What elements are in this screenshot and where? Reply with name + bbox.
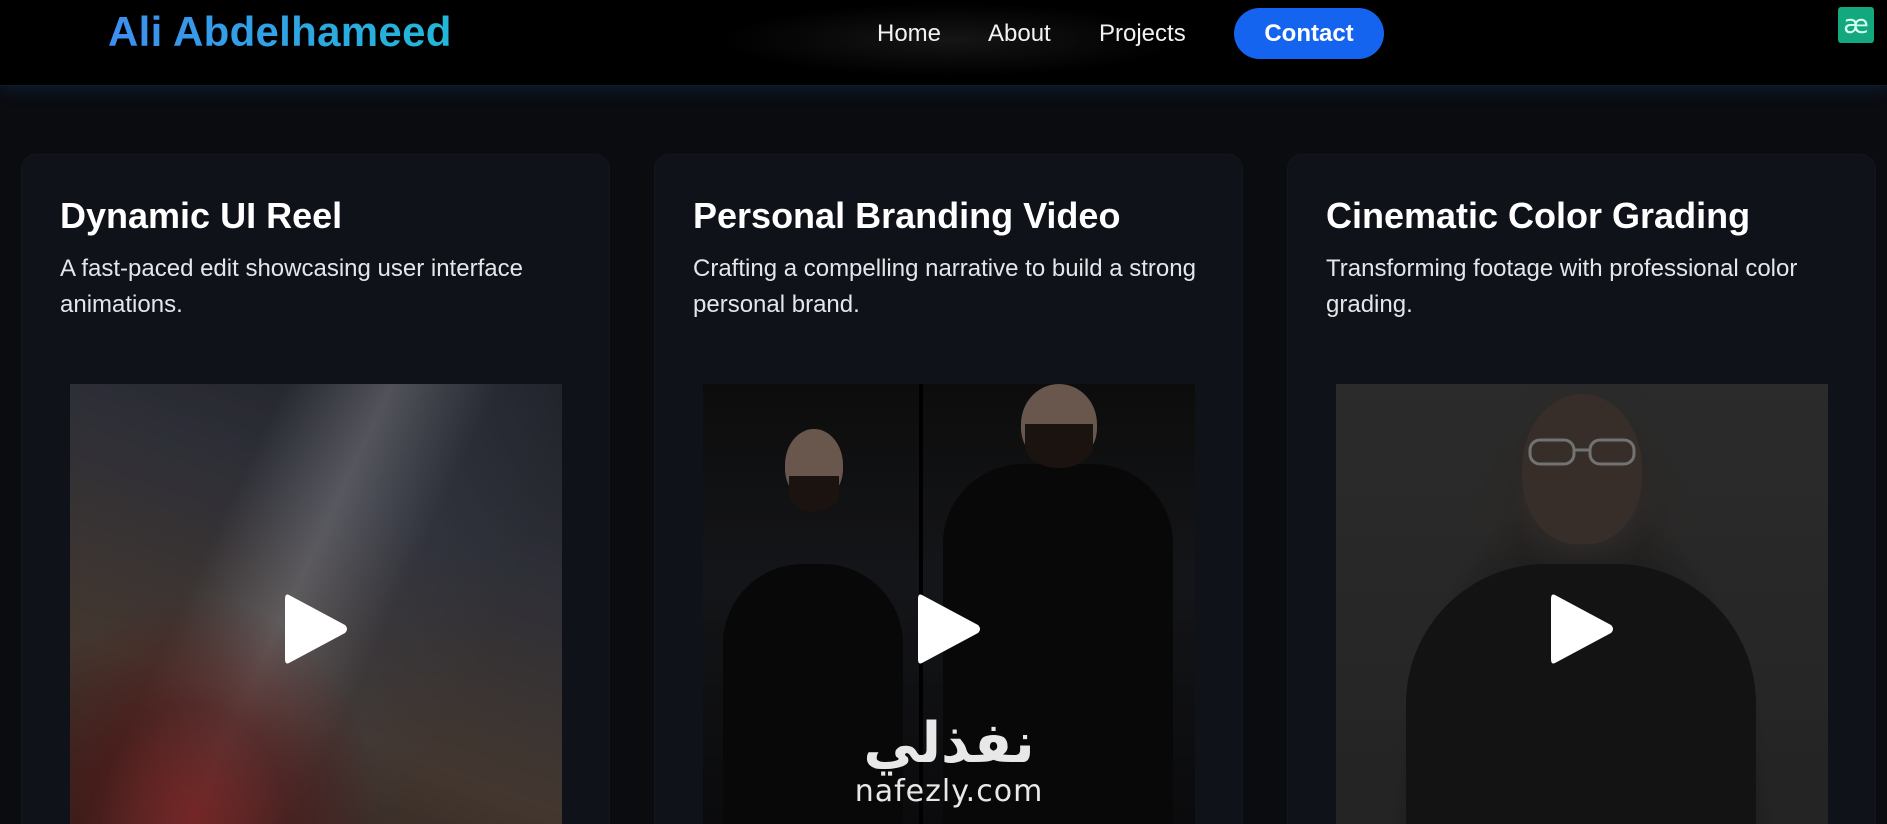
project-description: A fast-paced edit showcasing user interf… <box>60 255 523 318</box>
project-card-dynamic-ui-reel[interactable]: Dynamic UI Reel A fast-paced edit showca… <box>22 155 609 824</box>
video-thumbnail[interactable] <box>1336 384 1828 824</box>
project-title: Personal Branding Video <box>693 195 1121 236</box>
play-icon[interactable] <box>281 589 351 669</box>
nav-about-link[interactable]: About <box>988 20 1051 48</box>
project-title: Dynamic UI Reel <box>60 195 343 236</box>
site-logo[interactable]: Ali Abdelhameed <box>108 8 452 56</box>
contact-button[interactable]: Contact <box>1234 8 1384 59</box>
watermark-url: nafezly.com <box>854 774 1044 809</box>
play-icon[interactable] <box>1547 589 1617 669</box>
project-card-personal-branding[interactable]: Personal Branding Video Crafting a compe… <box>655 155 1242 824</box>
top-navbar: Ali Abdelhameed Home About Projects Cont… <box>0 0 1887 86</box>
watermark: نفذلي nafezly.com <box>855 714 1044 810</box>
nav-home-link[interactable]: Home <box>877 20 941 48</box>
play-icon[interactable] <box>914 589 984 669</box>
project-card-color-grading[interactable]: Cinematic Color Grading Transforming foo… <box>1288 155 1875 824</box>
extension-icon[interactable]: æ <box>1838 7 1874 43</box>
project-description: Transforming footage with professional c… <box>1326 255 1798 318</box>
video-thumbnail[interactable]: نفذلي nafezly.com <box>703 384 1195 824</box>
watermark-arabic: نفذلي <box>863 711 1035 776</box>
nav-projects-link[interactable]: Projects <box>1099 20 1186 48</box>
project-description: Crafting a compelling narrative to build… <box>693 255 1196 318</box>
video-thumbnail[interactable] <box>70 384 562 824</box>
project-title: Cinematic Color Grading <box>1326 195 1751 236</box>
